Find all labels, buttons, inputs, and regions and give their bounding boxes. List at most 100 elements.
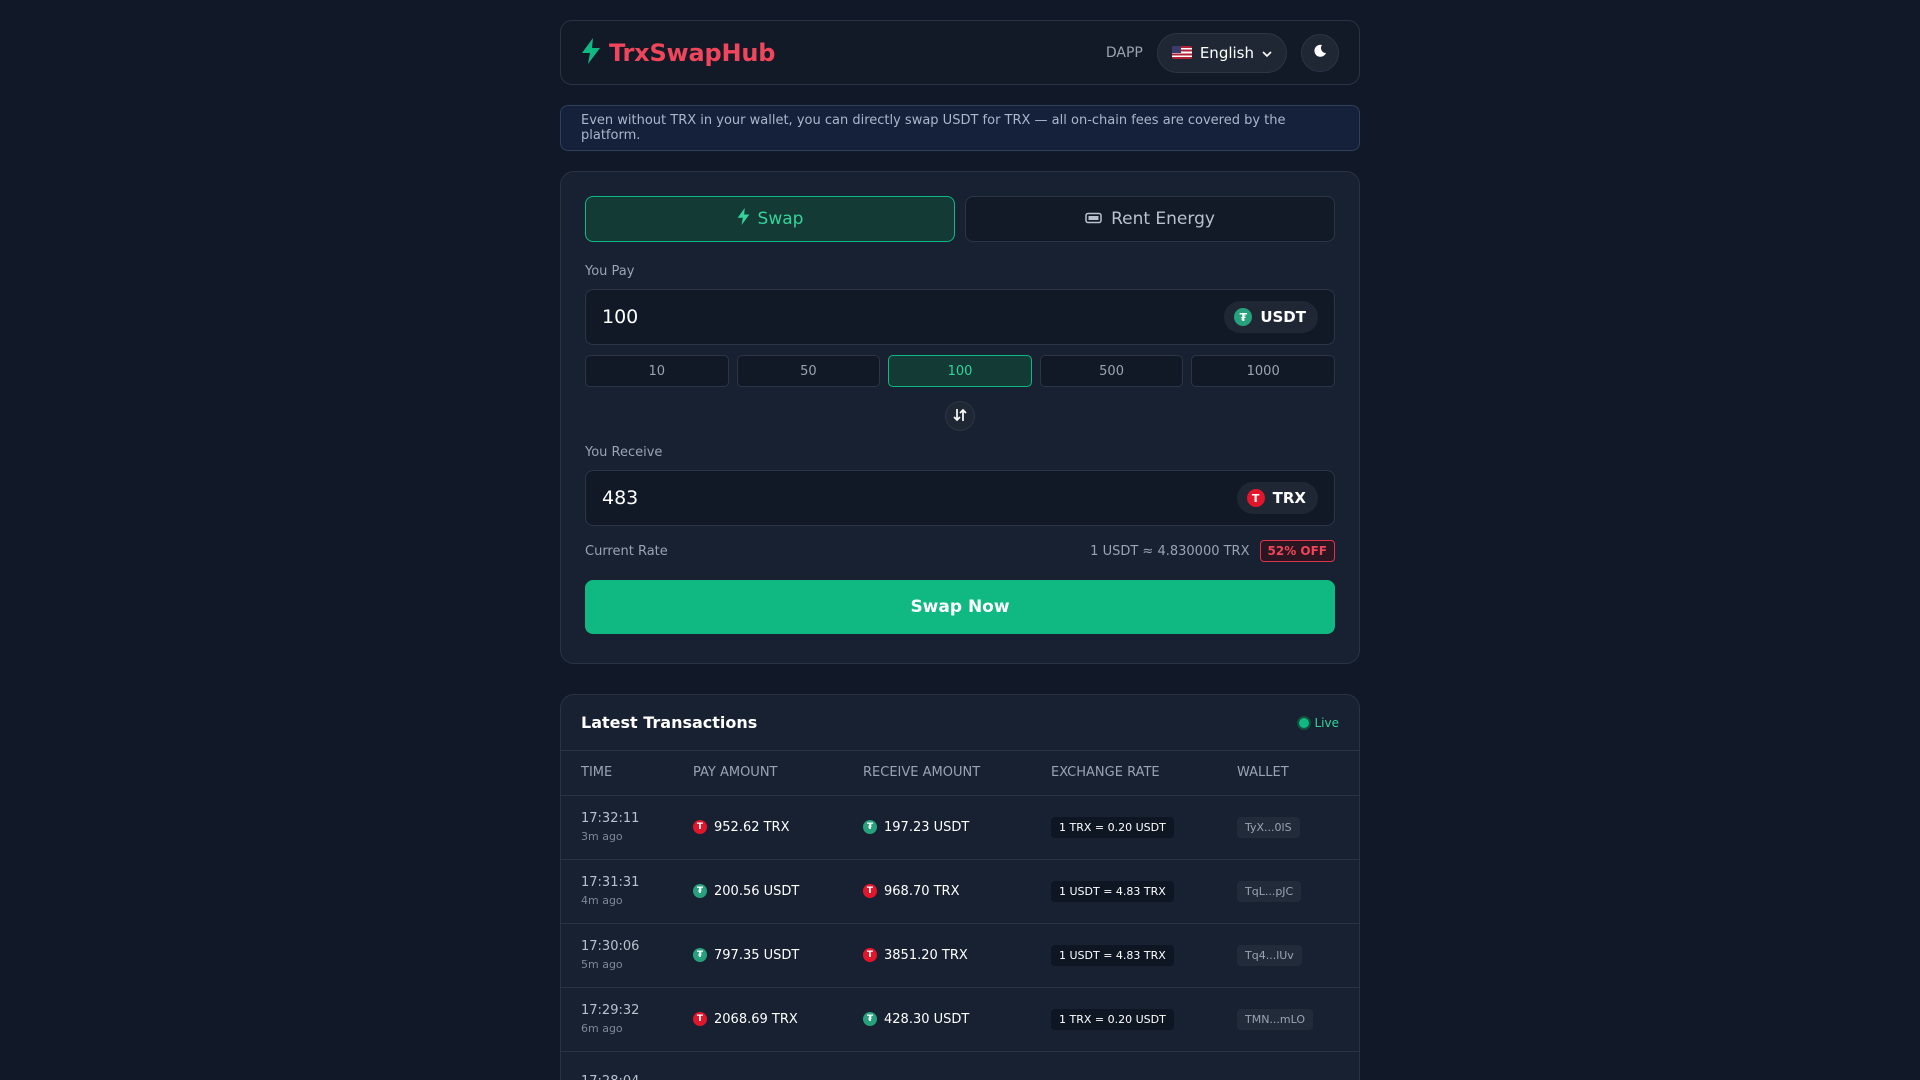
pay-cell [673,1051,843,1080]
trx-icon: T [863,884,877,898]
pay-cell: ₮ 797.35 USDT [673,923,843,988]
preset-button-selected[interactable]: 100 [888,355,1032,387]
swap-direction-button[interactable] [945,401,975,431]
receive-cell: ₮ 197.23 USDT [843,795,1031,860]
tx-rate: 1 TRX = 0.20 USDT [1051,1008,1174,1030]
page-container: TrxSwapHub DAPP English Even without TRX… [560,20,1360,1080]
column-header: RECEIVE AMOUNT [843,751,1031,796]
receive-token-selector[interactable]: T TRX [1236,482,1318,514]
transactions-card: Latest Transactions Live TIME PAY AMOUNT… [560,694,1360,1080]
usdt-icon: ₮ [1234,308,1253,326]
lightning-icon [581,37,601,68]
preset-button[interactable]: 1000 [1191,355,1335,387]
tx-ago: 3m ago [581,830,623,843]
language-label: English [1199,43,1254,62]
tx-time: 17:30:06 [581,939,640,954]
rate-row: Current Rate 1 USDT ≈ 4.830000 TRX 52% O… [585,540,1335,562]
wallet-cell: TqL...pJC [1217,859,1359,924]
column-header: PAY AMOUNT [673,751,843,796]
lightning-icon [737,208,750,230]
tx-ago: 5m ago [581,958,623,971]
table-header-row: TIME PAY AMOUNT RECEIVE AMOUNT EXCHANGE … [561,751,1359,796]
tab-swap-label: Swap [757,209,804,229]
live-dot-icon [1299,717,1310,728]
trx-icon: T [863,948,877,962]
transactions-table: TIME PAY AMOUNT RECEIVE AMOUNT EXCHANGE … [561,751,1359,1080]
language-selector[interactable]: English [1156,32,1287,73]
pay-cell: T 2068.69 TRX [673,987,843,1052]
table-row: 17:29:32 6m ago T 2068.69 TRX ₮ 428.30 USDT 1 … [561,987,1359,1052]
tx-wallet[interactable]: TqL...pJC [1237,880,1302,902]
pay-amount-field[interactable]: 100 ₮ USDT [585,289,1335,345]
tx-time: 17:32:11 [581,811,640,826]
tx-wallet[interactable]: Tq4...lUv [1237,944,1302,966]
tx-receive-amount: 3851.20 TRX [884,947,968,963]
swap-now-button[interactable]: Swap Now [585,580,1335,634]
receive-cell: ₮ 428.30 USDT [843,987,1031,1052]
rate-cell: 1 USDT = 4.83 TRX [1031,923,1217,988]
column-header: TIME [561,751,673,796]
table-row: 17:32:11 3m ago T 952.62 TRX ₮ 197.23 USDT 1 T… [561,795,1359,860]
discount-badge: 52% OFF [1259,540,1335,562]
rate-label: Current Rate [585,543,668,559]
tab-swap[interactable]: Swap [585,196,955,242]
receive-token-label: TRX [1272,489,1306,507]
info-notice: Even without TRX in your wallet, you can… [560,105,1360,151]
tx-time: 17:31:31 [581,875,640,890]
pay-token-selector[interactable]: ₮ USDT [1224,301,1318,333]
table-row: 17:31:31 4m ago ₮ 200.56 USDT T 968.70 TRX 1 U… [561,859,1359,924]
tx-pay-amount: 952.62 TRX [714,819,790,835]
time-cell: 17:32:11 3m ago [561,795,673,860]
tab-rent-energy[interactable]: Rent Energy [965,196,1335,242]
table-row: 17:28:04 [561,1051,1359,1080]
trx-icon: T [693,820,707,834]
swap-arrows-icon [952,407,968,426]
preset-button[interactable]: 10 [585,355,729,387]
receive-label: You Receive [585,445,663,460]
usdt-icon: ₮ [693,948,707,962]
receive-amount-field[interactable]: 483 T TRX [585,470,1335,526]
usdt-icon: ₮ [863,1012,877,1026]
chevron-down-icon [1262,44,1272,62]
battery-icon [1085,209,1103,229]
rate-value: 1 USDT ≈ 4.830000 TRX [1090,543,1250,559]
tx-pay-amount: 797.35 USDT [714,947,800,963]
tx-wallet[interactable]: TMN...mLO [1237,1008,1314,1030]
logo[interactable]: TrxSwapHub [581,37,776,68]
rate-cell [1031,1051,1217,1080]
receive-cell [843,1051,1031,1080]
tx-time: 17:28:04 [581,1074,673,1080]
tx-wallet[interactable]: TyX...0lS [1237,816,1300,838]
column-header: WALLET [1217,751,1359,796]
pay-label: You Pay [585,264,635,279]
receive-cell: T 968.70 TRX [843,859,1031,924]
usdt-icon: ₮ [863,820,877,834]
live-label: Live [1314,715,1339,730]
tab-rent-energy-label: Rent Energy [1111,209,1215,229]
pay-cell: ₮ 200.56 USDT [673,859,843,924]
wallet-cell [1217,1051,1359,1080]
tx-rate: 1 USDT = 4.83 TRX [1051,880,1174,902]
pay-cell: T 952.62 TRX [673,795,843,860]
pay-token-label: USDT [1260,308,1306,326]
mode-tabs: Swap Rent Energy [585,196,1335,242]
theme-toggle-button[interactable] [1301,33,1339,72]
preset-button[interactable]: 500 [1039,355,1184,387]
time-cell: 17:28:04 [561,1051,673,1080]
column-header: EXCHANGE RATE [1031,751,1217,796]
trx-icon: T [693,1012,707,1026]
amount-presets: 10 50 100 500 1000 [585,355,1335,387]
brand-name: TrxSwapHub [609,38,776,67]
preset-button[interactable]: 50 [736,355,881,387]
rate-cell: 1 USDT = 4.83 TRX [1031,859,1217,924]
receive-cell: T 3851.20 TRX [843,923,1031,988]
wallet-cell: Tq4...lUv [1217,923,1359,988]
us-flag-icon [1171,46,1192,59]
live-indicator: Live [1299,716,1339,730]
tx-receive-amount: 428.30 USDT [884,1011,970,1027]
usdt-icon: ₮ [693,884,707,898]
tx-ago: 4m ago [581,894,623,907]
time-cell: 17:29:32 6m ago [561,987,673,1052]
dapp-link[interactable]: DAPP [1106,45,1143,61]
swap-card: Swap Rent Energy You Pay 100 ₮ USDT 10 5… [560,171,1360,664]
